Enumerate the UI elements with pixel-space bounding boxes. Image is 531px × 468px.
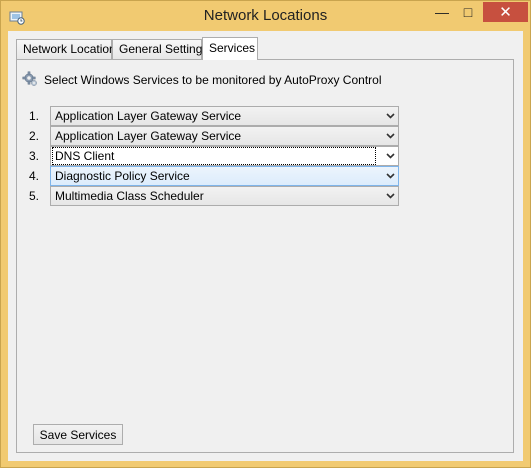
row-number: 3. bbox=[29, 149, 40, 163]
tab-services[interactable]: Services bbox=[202, 37, 258, 60]
window-client-area: Network Location General Settings Servic… bbox=[8, 31, 523, 461]
tab-network-location[interactable]: Network Location bbox=[16, 39, 116, 59]
services-instruction-label: Select Windows Services to be monitored … bbox=[44, 73, 382, 87]
row-number: 5. bbox=[29, 189, 40, 203]
chevron-down-icon bbox=[386, 173, 395, 179]
service-select-4[interactable]: Diagnostic Policy Service bbox=[50, 166, 399, 186]
tab-label: Network Location bbox=[23, 42, 116, 56]
app-window: Network Locations — □ ✕ Network Location… bbox=[0, 0, 531, 468]
minimize-button[interactable]: — bbox=[429, 2, 455, 22]
minimize-icon: — bbox=[435, 4, 449, 20]
chevron-down-icon bbox=[386, 193, 395, 199]
service-select-value: Multimedia Class Scheduler bbox=[55, 189, 204, 203]
services-panel: Select Windows Services to be monitored … bbox=[16, 59, 514, 453]
maximize-icon: □ bbox=[463, 4, 473, 20]
title-bar[interactable]: Network Locations — □ ✕ bbox=[1, 1, 530, 31]
service-select-1[interactable]: Application Layer Gateway Service bbox=[50, 106, 399, 126]
tab-general-settings[interactable]: General Settings bbox=[112, 39, 208, 59]
close-icon: ✕ bbox=[499, 4, 512, 21]
chevron-down-icon bbox=[386, 153, 395, 159]
service-select-5[interactable]: Multimedia Class Scheduler bbox=[50, 186, 399, 206]
gear-icon bbox=[22, 71, 37, 86]
tab-label: Services bbox=[209, 41, 256, 55]
service-select-value: Diagnostic Policy Service bbox=[55, 169, 190, 183]
service-select-value: DNS Client bbox=[52, 147, 376, 165]
service-select-2[interactable]: Application Layer Gateway Service bbox=[50, 126, 399, 146]
service-select-3[interactable]: DNS Client bbox=[50, 146, 399, 166]
close-button[interactable]: ✕ bbox=[483, 2, 528, 22]
tab-label: General Settings bbox=[119, 42, 209, 56]
save-services-label: Save Services bbox=[39, 427, 117, 442]
save-services-button[interactable]: Save Services bbox=[33, 424, 123, 445]
chevron-down-icon bbox=[386, 133, 395, 139]
maximize-button[interactable]: □ bbox=[455, 2, 481, 22]
row-number: 2. bbox=[29, 129, 40, 143]
chevron-down-icon bbox=[386, 113, 395, 119]
row-number: 4. bbox=[29, 169, 40, 183]
service-select-value: Application Layer Gateway Service bbox=[55, 109, 242, 123]
row-number: 1. bbox=[29, 109, 40, 123]
service-select-value: Application Layer Gateway Service bbox=[55, 129, 242, 143]
